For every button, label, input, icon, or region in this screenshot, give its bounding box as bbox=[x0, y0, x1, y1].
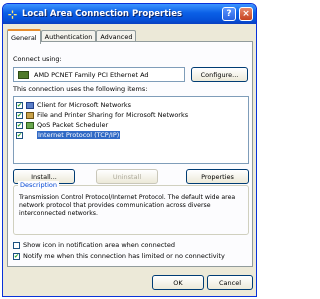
item-checkbox[interactable]: ✔ bbox=[16, 121, 23, 129]
item-checkbox[interactable]: ✔ bbox=[16, 111, 23, 119]
components-list[interactable]: ✔ Client for Microsoft Networks ✔ File a… bbox=[13, 96, 249, 164]
item-checkbox[interactable]: ✔ bbox=[16, 131, 23, 139]
description-text: Transmission Control Protocol/Internet P… bbox=[19, 194, 236, 217]
list-item[interactable]: ✔ ⊥ Internet Protocol (TCP/IP) bbox=[16, 130, 121, 140]
properties-button[interactable]: Properties bbox=[186, 169, 249, 184]
connect-using-label: Connect using: bbox=[13, 55, 62, 63]
show-icon-checkbox[interactable] bbox=[13, 241, 20, 249]
item-checkbox[interactable]: ✔ bbox=[16, 101, 23, 109]
description-label: Description bbox=[18, 181, 60, 189]
ok-button[interactable]: OK bbox=[152, 275, 204, 290]
list-item[interactable]: ✔ Client for Microsoft Networks bbox=[16, 100, 131, 110]
configure-button[interactable]: Configure... bbox=[191, 67, 248, 82]
close-button[interactable]: × bbox=[239, 7, 253, 21]
notify-option[interactable]: ✔ Notify me when this connection has lim… bbox=[13, 252, 225, 260]
item-label: Client for Microsoft Networks bbox=[37, 101, 132, 109]
window-title: Local Area Connection Properties bbox=[22, 9, 183, 19]
general-tab-panel: Connect using: AMD PCNET Family PCI Ethe… bbox=[7, 41, 253, 267]
show-icon-label: Show icon in notification area when conn… bbox=[23, 241, 175, 249]
show-icon-option[interactable]: Show icon in notification area when conn… bbox=[13, 241, 175, 249]
list-item[interactable]: ✔ QoS Packet Scheduler bbox=[16, 120, 108, 130]
protocol-icon: ⊥ bbox=[26, 130, 34, 139]
item-label: File and Printer Sharing for Microsoft N… bbox=[37, 111, 189, 119]
list-item[interactable]: ✔ File and Printer Sharing for Microsoft… bbox=[16, 110, 188, 120]
items-label: This connection uses the following items… bbox=[13, 85, 148, 93]
description-group: Description Transmission Control Protoco… bbox=[13, 181, 249, 235]
item-label: Internet Protocol (TCP/IP) bbox=[37, 131, 121, 139]
qos-scheduler-icon bbox=[26, 121, 34, 129]
adapter-name: AMD PCNET Family PCI Ethernet Ad bbox=[34, 70, 149, 79]
adapter-field: AMD PCNET Family PCI Ethernet Ad bbox=[13, 67, 185, 82]
properties-dialog: ⊹ Local Area Connection Properties ? × G… bbox=[2, 3, 257, 297]
cancel-button[interactable]: Cancel bbox=[207, 275, 253, 290]
network-connection-icon: ⊹ bbox=[7, 7, 18, 21]
notify-checkbox[interactable]: ✔ bbox=[13, 252, 20, 260]
title-bar[interactable]: ⊹ Local Area Connection Properties ? × bbox=[3, 4, 256, 24]
tab-strip: General Authentication Advanced bbox=[7, 28, 137, 44]
notify-label: Notify me when this connection has limit… bbox=[23, 252, 225, 260]
network-adapter-icon bbox=[18, 70, 29, 79]
help-button[interactable]: ? bbox=[222, 7, 236, 21]
tab-general[interactable]: General bbox=[7, 29, 41, 44]
network-client-icon bbox=[26, 101, 34, 109]
uninstall-button[interactable]: Uninstall bbox=[96, 169, 158, 184]
file-printer-sharing-icon bbox=[26, 111, 34, 119]
item-label: QoS Packet Scheduler bbox=[37, 121, 109, 129]
